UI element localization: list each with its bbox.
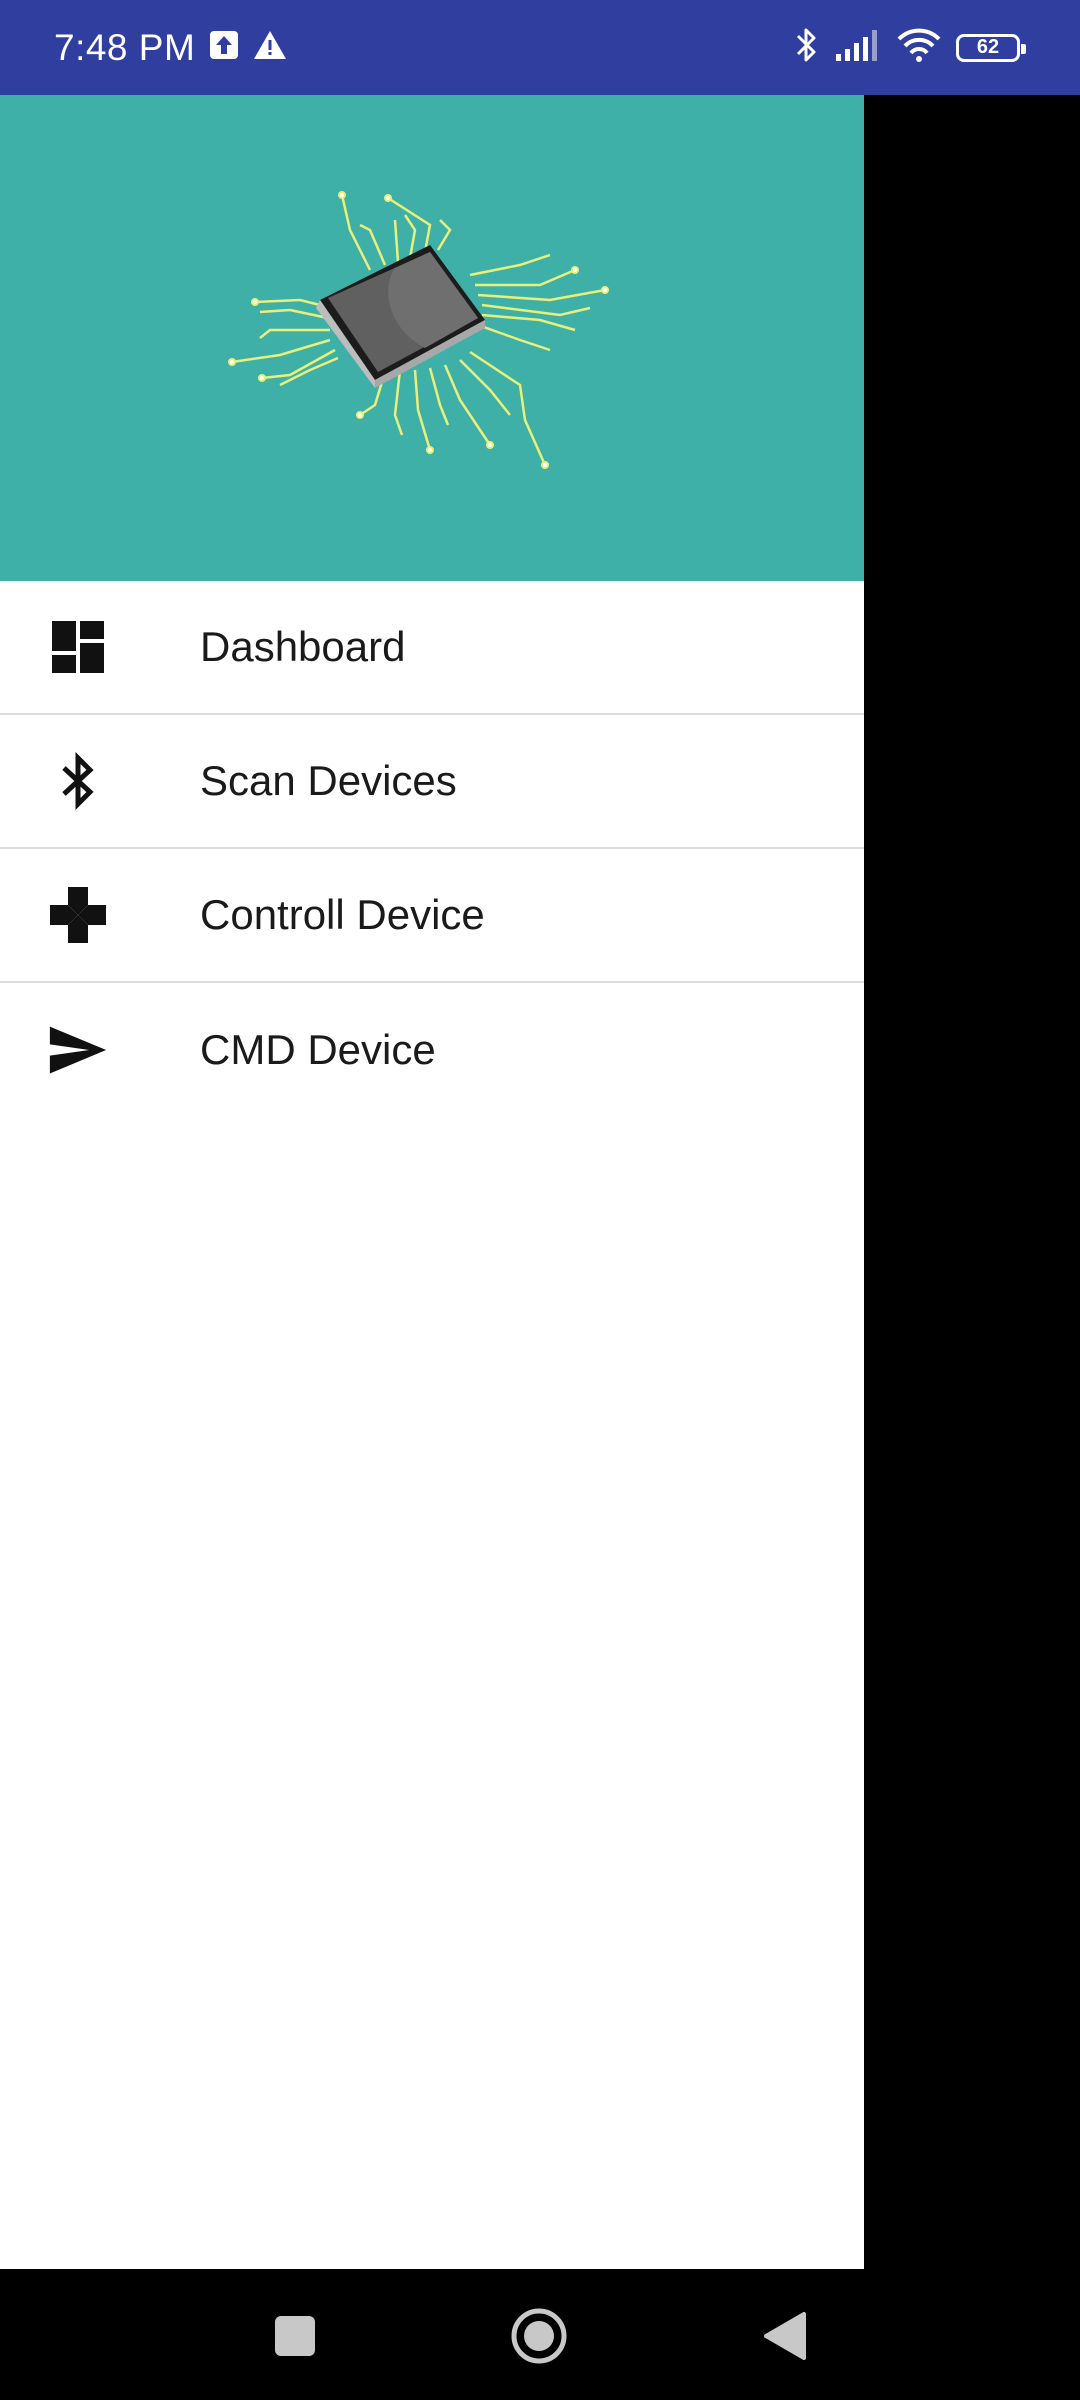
menu-item-label: Controll Device [200,891,485,938]
status-left: 7:48 PM [54,0,287,95]
bluetooth-icon [794,25,820,70]
menu-item-scan-devices[interactable]: Scan Devices [0,715,864,849]
navigation-drawer: Dashboard Scan Devices Controll Device C… [0,95,864,2269]
bluetooth-icon [48,751,108,811]
warning-icon [253,30,287,65]
drawer-header [0,95,864,581]
back-icon [764,2312,806,2360]
status-bar: 7:48 PM 62 [0,0,1080,95]
upload-icon [209,30,239,65]
drawer-scrim[interactable] [864,95,1080,2269]
menu-item-label: CMD Device [200,1026,436,1073]
menu-item-label: Scan Devices [200,757,457,804]
wifi-icon [896,27,942,68]
battery-level: 62 [976,36,1000,58]
navigation-bar [0,2269,1080,2400]
recents-button[interactable] [260,2301,330,2371]
battery-icon: 62 [956,33,1026,62]
recents-icon [275,2316,315,2356]
microchip-illustration [228,191,609,469]
signal-icon [834,28,882,67]
menu-item-dashboard[interactable]: Dashboard [0,581,864,715]
home-button[interactable] [504,2301,574,2371]
menu-item-controll-device[interactable]: Controll Device [0,849,864,983]
status-right: 62 [794,0,1026,95]
send-icon [48,1020,108,1080]
dashboard-icon [48,617,108,677]
menu-item-label: Dashboard [200,623,406,670]
back-button[interactable] [750,2301,820,2371]
status-time: 7:48 PM [54,26,196,68]
gamepad-icon [48,885,108,945]
home-icon [511,2308,567,2364]
menu-item-cmd-device[interactable]: CMD Device [0,983,864,1117]
